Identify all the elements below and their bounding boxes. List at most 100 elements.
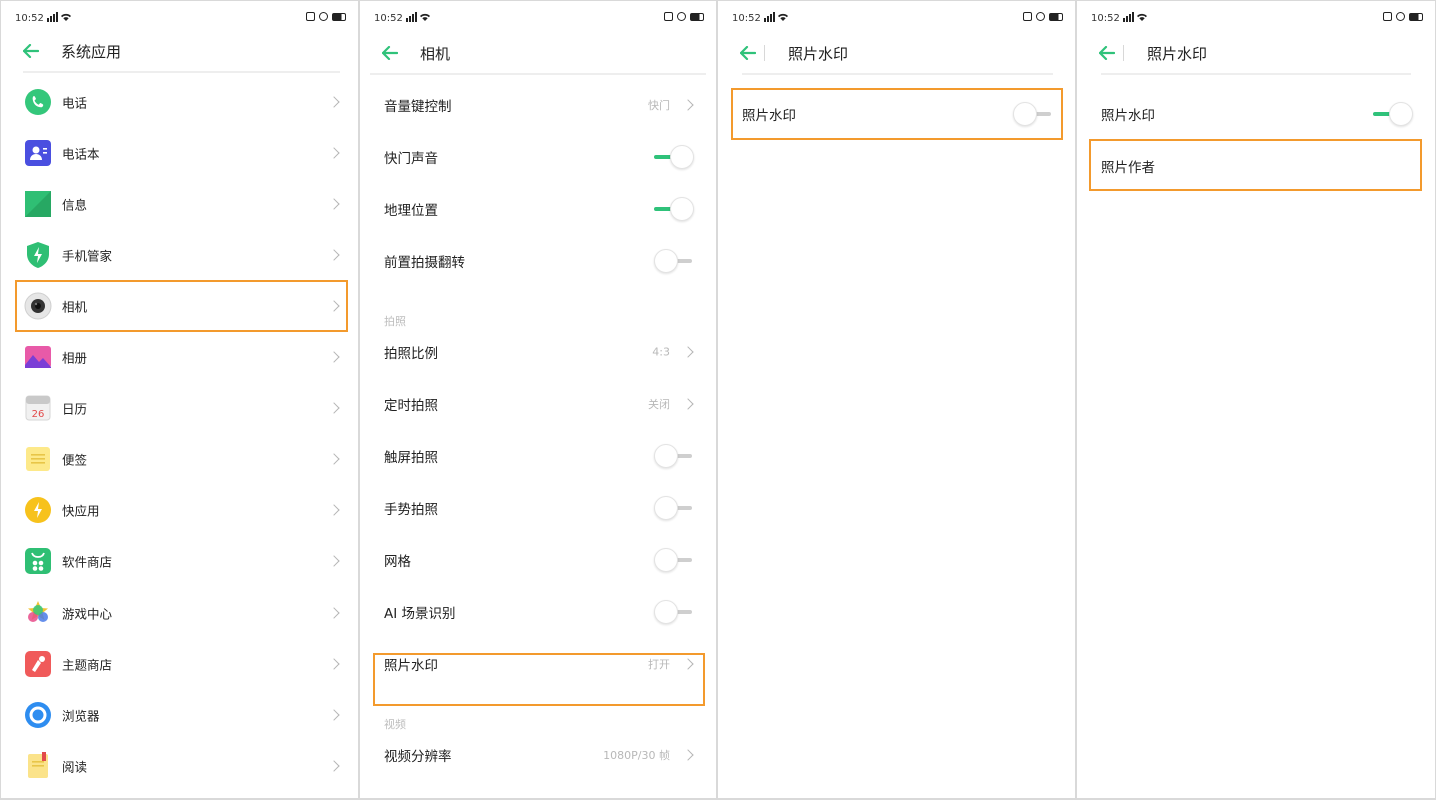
setting-label: 音量键控制 bbox=[384, 99, 452, 115]
setting-row-volume-key[interactable]: 音量键控制 快门 bbox=[360, 79, 716, 131]
mute-icon bbox=[664, 12, 673, 21]
toggle-knob bbox=[654, 600, 678, 624]
app-row-browser[interactable]: 浏览器 bbox=[1, 689, 358, 740]
battery-icon bbox=[690, 12, 704, 21]
setting-toggle[interactable] bbox=[654, 444, 694, 468]
back-arrow-icon[interactable] bbox=[1098, 45, 1116, 61]
back-arrow-icon[interactable] bbox=[739, 45, 757, 61]
header-underline bbox=[742, 73, 1053, 75]
header-divider bbox=[1123, 45, 1124, 61]
chevron-right-icon bbox=[328, 760, 340, 772]
setting-row-video-resolution[interactable]: 视频分辨率 1080P/30 帧 bbox=[360, 729, 716, 781]
setting-label: 定时拍照 bbox=[384, 398, 438, 414]
header: 系统应用 bbox=[1, 31, 358, 71]
status-bar: 10:52 bbox=[360, 1, 716, 31]
app-row-theme-store[interactable]: 主题商店 bbox=[1, 638, 358, 689]
chevron-right-icon bbox=[328, 249, 340, 261]
setting-row-grid[interactable]: 网格 bbox=[360, 534, 716, 586]
status-bar: 10:52 bbox=[1, 1, 358, 31]
app-row-reader[interactable]: 阅读 bbox=[1, 740, 358, 791]
alarm-icon bbox=[677, 12, 686, 21]
mute-icon bbox=[1383, 12, 1392, 21]
mute-icon bbox=[1023, 12, 1032, 21]
setting-row-gesture-capture[interactable]: 手势拍照 bbox=[360, 482, 716, 534]
app-row-gallery[interactable]: 相册 bbox=[1, 332, 358, 383]
toggle-knob bbox=[654, 548, 678, 572]
status-time: 10:52 bbox=[732, 13, 761, 24]
chevron-right-icon bbox=[328, 95, 340, 108]
header-underline bbox=[1101, 73, 1411, 75]
app-row-messages[interactable]: 信息 bbox=[1, 178, 358, 229]
panel-watermark-on: 10:52 照片水印 照片水印 照片作者 bbox=[1077, 1, 1435, 798]
setting-toggle[interactable] bbox=[654, 197, 694, 221]
setting-value: 关闭 bbox=[648, 398, 670, 411]
back-arrow-icon[interactable] bbox=[381, 45, 399, 61]
app-row-phone[interactable]: 电话 bbox=[1, 76, 358, 127]
app-row-app-store[interactable]: 软件商店 bbox=[1, 536, 358, 587]
page-title: 照片水印 bbox=[788, 45, 849, 63]
chevron-right-icon bbox=[328, 402, 340, 414]
status-time: 10:52 bbox=[374, 13, 403, 24]
app-row-contacts[interactable]: 电话本 bbox=[1, 127, 358, 178]
status-icons bbox=[664, 12, 704, 21]
calendar-icon: 26 bbox=[24, 394, 52, 422]
quick-app-icon bbox=[24, 496, 52, 524]
setting-label: 照片水印 bbox=[1101, 108, 1155, 124]
chevron-right-icon bbox=[328, 657, 340, 670]
setting-row-timer[interactable]: 定时拍照 关闭 bbox=[360, 378, 716, 430]
app-label: 游戏中心 bbox=[62, 606, 113, 621]
back-arrow-icon[interactable] bbox=[22, 43, 40, 59]
app-label: 信息 bbox=[62, 197, 88, 213]
setting-label: 视频分辨率 bbox=[384, 749, 452, 765]
setting-row-shutter-sound[interactable]: 快门声音 bbox=[360, 131, 716, 183]
app-row-calendar[interactable]: 26 日历 bbox=[1, 383, 358, 434]
app-row-quick-app[interactable]: 快应用 bbox=[1, 485, 358, 536]
setting-toggle[interactable] bbox=[654, 145, 694, 169]
setting-row-touch-capture[interactable]: 触屏拍照 bbox=[360, 430, 716, 482]
header: 照片水印 bbox=[718, 33, 1075, 73]
setting-toggle[interactable] bbox=[654, 548, 694, 572]
setting-toggle[interactable] bbox=[654, 249, 694, 273]
chevron-right-icon bbox=[682, 346, 694, 358]
header: 相机 bbox=[360, 33, 716, 73]
page-title: 系统应用 bbox=[61, 43, 122, 61]
setting-label: 触屏拍照 bbox=[384, 450, 438, 466]
notes-icon bbox=[24, 445, 52, 473]
messages-icon bbox=[24, 190, 52, 218]
setting-row-ratio[interactable]: 拍照比例 4:3 bbox=[360, 326, 716, 378]
phone-manager-icon bbox=[24, 241, 52, 269]
setting-row-location[interactable]: 地理位置 bbox=[360, 183, 716, 235]
signal-wifi-icon bbox=[47, 12, 73, 25]
setting-row-front-mirror[interactable]: 前置拍摄翻转 bbox=[360, 235, 716, 287]
status-bar: 10:52 bbox=[1077, 1, 1435, 31]
setting-label: AI 场景识别 bbox=[384, 606, 456, 622]
setting-row-ai-scene[interactable]: AI 场景识别 bbox=[360, 586, 716, 638]
status-bar: 10:52 bbox=[718, 1, 1075, 31]
alarm-icon bbox=[1036, 12, 1045, 21]
chevron-right-icon bbox=[328, 351, 340, 363]
status-icons bbox=[1383, 12, 1423, 21]
phone-icon bbox=[24, 88, 52, 116]
watermark-row[interactable]: 照片水印 bbox=[1077, 88, 1435, 140]
setting-label: 网格 bbox=[384, 554, 411, 570]
app-label: 浏览器 bbox=[62, 708, 100, 724]
highlight-box-photo-author bbox=[1089, 139, 1422, 191]
toggle-knob bbox=[654, 496, 678, 520]
status-icons bbox=[1023, 12, 1063, 21]
contacts-icon bbox=[24, 139, 52, 167]
setting-toggle[interactable] bbox=[654, 496, 694, 520]
highlight-box-camera bbox=[15, 280, 348, 332]
setting-label: 手势拍照 bbox=[384, 502, 438, 518]
app-label: 电话 bbox=[62, 95, 88, 110]
signal-wifi-icon bbox=[1123, 12, 1149, 25]
app-row-game-center[interactable]: 游戏中心 bbox=[1, 587, 358, 638]
browser-icon bbox=[24, 701, 52, 729]
setting-toggle[interactable] bbox=[654, 600, 694, 624]
panel-watermark-off: 10:52 照片水印 照片水印 bbox=[718, 1, 1075, 798]
page-title: 相机 bbox=[420, 45, 451, 63]
header-underline bbox=[23, 71, 340, 73]
app-row-notes[interactable]: 便签 bbox=[1, 434, 358, 485]
app-row-phone-manager[interactable]: 手机管家 bbox=[1, 229, 358, 280]
watermark-toggle[interactable] bbox=[1373, 102, 1413, 126]
app-label: 主题商店 bbox=[62, 657, 113, 673]
